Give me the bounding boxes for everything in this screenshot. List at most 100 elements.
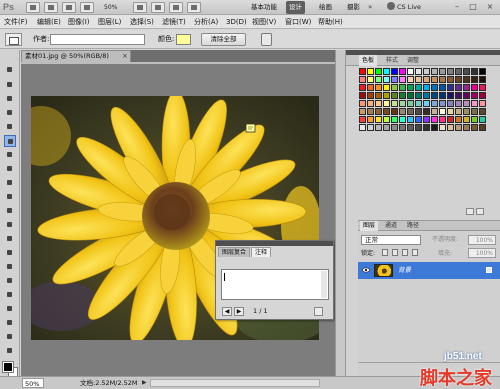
- color-swatch[interactable]: [375, 68, 382, 75]
- swatch-grid[interactable]: [359, 68, 499, 178]
- color-swatch[interactable]: [463, 68, 470, 75]
- blend-mode-select[interactable]: 正常: [361, 235, 421, 245]
- color-swatch[interactable]: [455, 76, 462, 83]
- note-tool-icon[interactable]: [4, 135, 16, 147]
- menu-select[interactable]: 选择(S): [130, 15, 154, 29]
- color-swatch[interactable]: [415, 68, 422, 75]
- menu-file[interactable]: 文件(F): [4, 15, 28, 29]
- color-swatch[interactable]: [439, 68, 446, 75]
- color-swatch[interactable]: [479, 92, 486, 99]
- color-swatch[interactable]: [423, 68, 430, 75]
- menu-image[interactable]: 图像(I): [68, 15, 90, 29]
- color-swatch[interactable]: [375, 84, 382, 91]
- fill-input[interactable]: 100%: [468, 248, 496, 258]
- color-swatch[interactable]: [399, 92, 406, 99]
- color-swatch[interactable]: [367, 84, 374, 91]
- shape-tool-icon[interactable]: [4, 303, 16, 315]
- color-swatch[interactable]: [463, 108, 470, 115]
- color-swatch[interactable]: [399, 76, 406, 83]
- menu-help[interactable]: 帮助(H): [318, 15, 343, 29]
- color-swatch[interactable]: [399, 124, 406, 131]
- color-swatch[interactable]: [463, 100, 470, 107]
- color-swatch[interactable]: [471, 92, 478, 99]
- launch-mini-bridge-icon[interactable]: [44, 2, 58, 13]
- color-swatch[interactable]: [447, 100, 454, 107]
- color-swatch[interactable]: [407, 68, 414, 75]
- color-swatch[interactable]: [407, 116, 414, 123]
- hand-tool-icon[interactable]: [62, 2, 76, 13]
- tab-notes[interactable]: 注释: [251, 247, 272, 257]
- color-swatch[interactable]: [431, 92, 438, 99]
- note-color-swatch[interactable]: [176, 34, 191, 45]
- color-swatch[interactable]: [391, 76, 398, 83]
- color-swatch[interactable]: [447, 68, 454, 75]
- color-swatch[interactable]: [439, 76, 446, 83]
- color-swatch[interactable]: [383, 92, 390, 99]
- color-swatch[interactable]: [471, 84, 478, 91]
- color-swatch[interactable]: [391, 84, 398, 91]
- color-swatch[interactable]: [375, 92, 382, 99]
- color-swatch[interactable]: [391, 68, 398, 75]
- color-swatch[interactable]: [431, 84, 438, 91]
- tab-layers[interactable]: 图层: [360, 221, 379, 231]
- color-swatch[interactable]: [375, 76, 382, 83]
- color-swatch[interactable]: [415, 116, 422, 123]
- pen-tool-icon[interactable]: [4, 261, 16, 273]
- color-swatch[interactable]: [439, 108, 446, 115]
- workspace-design[interactable]: 设计: [286, 1, 305, 14]
- color-swatch[interactable]: [359, 108, 366, 115]
- color-swatch[interactable]: [439, 124, 446, 131]
- color-swatch[interactable]: [399, 84, 406, 91]
- color-swatch[interactable]: [407, 108, 414, 115]
- color-swatch[interactable]: [471, 116, 478, 123]
- foreground-color-swatch[interactable]: [2, 361, 14, 373]
- color-swatch[interactable]: [407, 76, 414, 83]
- color-swatch[interactable]: [415, 124, 422, 131]
- opacity-input[interactable]: 100%: [468, 235, 496, 245]
- color-swatch[interactable]: [383, 116, 390, 123]
- delete-note-icon[interactable]: [314, 307, 323, 316]
- path-selection-tool-icon[interactable]: [4, 289, 16, 301]
- screen-mode-icon[interactable]: [151, 2, 165, 13]
- color-swatch[interactable]: [463, 84, 470, 91]
- marquee-tool-icon[interactable]: [4, 79, 16, 91]
- color-swatch[interactable]: [471, 124, 478, 131]
- lock-image-icon[interactable]: [392, 249, 398, 256]
- tab-styles[interactable]: 样式: [383, 55, 401, 66]
- zoom-level-dropdown[interactable]: 50%: [104, 2, 130, 13]
- color-swatch[interactable]: [455, 84, 462, 91]
- color-swatch[interactable]: [391, 116, 398, 123]
- color-swatch[interactable]: [375, 124, 382, 131]
- menu-3d[interactable]: 3D(D): [226, 15, 247, 29]
- lock-position-icon[interactable]: [402, 249, 408, 256]
- color-swatch[interactable]: [463, 76, 470, 83]
- menu-filter[interactable]: 滤镜(T): [162, 15, 186, 29]
- color-swatch[interactable]: [447, 84, 454, 91]
- color-swatch[interactable]: [479, 76, 486, 83]
- color-swatch[interactable]: [479, 84, 486, 91]
- color-swatch[interactable]: [415, 108, 422, 115]
- clear-all-button[interactable]: 清除全部: [201, 33, 246, 46]
- eraser-tool-icon[interactable]: [4, 205, 16, 217]
- new-swatch-icon[interactable]: [466, 208, 474, 215]
- color-swatch[interactable]: [439, 92, 446, 99]
- color-swatch[interactable]: [431, 76, 438, 83]
- color-swatch[interactable]: [415, 76, 422, 83]
- crop-tool-icon[interactable]: [4, 121, 16, 133]
- gradient-tool-icon[interactable]: [4, 219, 16, 231]
- extras-icon[interactable]: [169, 2, 183, 13]
- history-brush-tool-icon[interactable]: [4, 191, 16, 203]
- dodge-tool-icon[interactable]: [4, 247, 16, 259]
- color-swatch[interactable]: [439, 84, 446, 91]
- color-swatch[interactable]: [359, 116, 366, 123]
- visibility-eye-icon[interactable]: [362, 266, 370, 274]
- color-swatch[interactable]: [431, 68, 438, 75]
- note-text-area[interactable]: [221, 269, 329, 300]
- color-swatch[interactable]: [463, 92, 470, 99]
- color-swatch[interactable]: [391, 124, 398, 131]
- tool-preset-picker[interactable]: [5, 33, 22, 46]
- color-swatch[interactable]: [463, 124, 470, 131]
- quick-select-tool-icon[interactable]: [4, 107, 16, 119]
- move-tool-icon[interactable]: [4, 64, 16, 76]
- zoom-tool-icon[interactable]: [80, 2, 94, 13]
